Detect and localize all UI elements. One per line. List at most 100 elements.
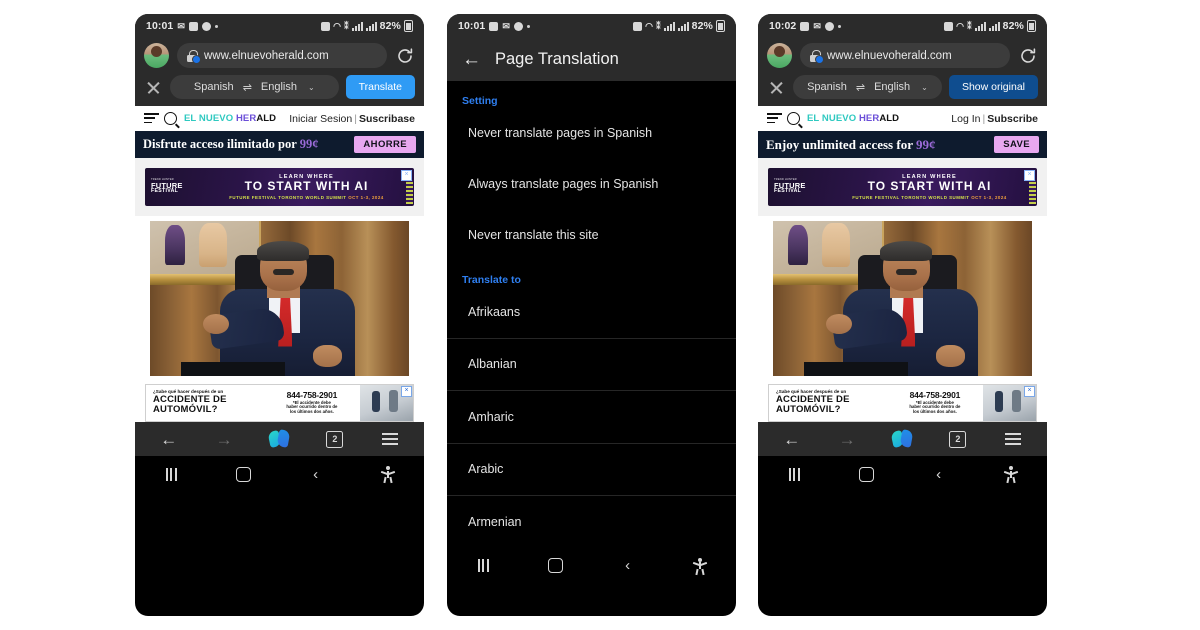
swap-icon[interactable]: ⇌: [856, 81, 865, 94]
avatar[interactable]: [144, 43, 169, 68]
system-back-button[interactable]: ‹: [299, 463, 333, 485]
search-icon[interactable]: [787, 112, 800, 125]
browser-menu-button[interactable]: [374, 426, 406, 452]
android-nav-bar: ‹: [135, 456, 424, 492]
ad-car-accident[interactable]: ¿Sabe qué hacer después de un ACCIDENTE …: [768, 384, 1037, 422]
promo-text-wrap: Disfrute acceso ilimitado por 99¢: [143, 137, 354, 151]
panel-header: ← Page Translation: [447, 38, 736, 81]
browser-menu-button[interactable]: [997, 426, 1029, 452]
reload-icon[interactable]: [395, 46, 415, 66]
recents-icon: [165, 467, 177, 481]
subscribe-link[interactable]: Subscribe: [987, 113, 1038, 125]
copilot-button[interactable]: [886, 426, 918, 452]
language-option-afrikaans[interactable]: Afrikaans: [447, 286, 736, 338]
hamburger-icon[interactable]: [767, 113, 782, 124]
forward-button[interactable]: →: [208, 426, 240, 452]
ad-future-festival[interactable]: TREND HUNTER FUTURE FESTIVAL LEARN WHERE…: [145, 168, 414, 206]
url-text: www.elnuevoherald.com: [827, 49, 952, 62]
setting-always-translate-language[interactable]: Always translate pages in Spanish: [447, 158, 736, 209]
back-button[interactable]: ←: [153, 426, 185, 452]
promo-text: Enjoy unlimited access for: [766, 136, 913, 152]
avatar[interactable]: [767, 43, 792, 68]
language-selector[interactable]: Spanish ⇌ English ⌄: [793, 75, 942, 99]
address-bar[interactable]: www.elnuevoherald.com: [800, 43, 1010, 68]
setting-never-translate-language[interactable]: Never translate pages in Spanish: [447, 107, 736, 158]
battery-icon: [716, 20, 725, 32]
target-language: English: [260, 81, 297, 93]
browser-chrome: www.elnuevoherald.com Spanish ⇌ English …: [135, 38, 424, 106]
home-button[interactable]: [849, 463, 883, 485]
reload-icon[interactable]: [1018, 46, 1038, 66]
ad-phone-block: 844-758-2901 *El accidente debe haber oc…: [887, 390, 983, 415]
ad-line-3: FUTURE FESTIVAL TORONTO WORLD SUMMIT OCT…: [828, 195, 1031, 200]
promo-text-wrap: Enjoy unlimited access for 99¢: [766, 136, 994, 152]
login-link[interactable]: Iniciar Sesion: [289, 113, 352, 125]
subscription-promo-banner[interactable]: Enjoy unlimited access for 99¢ SAVE: [758, 131, 1047, 158]
article-photo[interactable]: [150, 221, 409, 376]
subscribe-link[interactable]: Suscribase: [359, 113, 415, 125]
subscription-promo-banner[interactable]: Disfrute acceso ilimitado por 99¢ AHORRE: [135, 131, 424, 158]
chevron-down-icon[interactable]: ⌄: [308, 83, 315, 92]
recents-button[interactable]: [466, 555, 500, 577]
android-nav-bar: ‹: [447, 547, 736, 584]
ad-decoration: [406, 180, 413, 204]
language-option-armenian[interactable]: Armenian: [447, 495, 736, 548]
battery-icon: [1027, 20, 1036, 32]
tab-switcher-button[interactable]: 2: [319, 426, 351, 452]
header-account-links: Log In | Subscribe: [951, 113, 1038, 125]
ad-brand-line2: FESTIVAL: [774, 188, 802, 195]
article-photo[interactable]: [773, 221, 1032, 376]
tab-switcher-button[interactable]: 2: [942, 426, 974, 452]
show-original-button[interactable]: Show original: [948, 75, 1038, 99]
accessibility-button[interactable]: [683, 555, 717, 577]
site-masthead[interactable]: EL NUEVO HERALD: [807, 113, 899, 124]
close-icon[interactable]: [767, 78, 786, 97]
home-button[interactable]: [538, 555, 572, 577]
home-button[interactable]: [226, 463, 260, 485]
status-bar-right: ◠ ⁑ 82%: [633, 20, 725, 32]
setting-never-translate-site[interactable]: Never translate this site: [447, 209, 736, 260]
translate-button[interactable]: Translate: [345, 75, 415, 99]
hamburger-icon[interactable]: [144, 113, 159, 124]
promo-button[interactable]: SAVE: [994, 136, 1039, 153]
ad-car-accident[interactable]: ¿Sabe qué hacer después de un ACCIDENTE …: [145, 384, 414, 422]
close-icon[interactable]: ×: [401, 386, 412, 397]
chevron-down-icon[interactable]: ⌄: [921, 83, 928, 92]
copilot-button[interactable]: [263, 426, 295, 452]
site-masthead[interactable]: EL NUEVO HERALD: [184, 113, 276, 124]
messaging-icon: ✉: [177, 20, 186, 31]
address-bar[interactable]: www.elnuevoherald.com: [177, 43, 387, 68]
status-time: 10:01: [146, 20, 174, 32]
swap-icon[interactable]: ⇌: [243, 81, 252, 94]
alarm-icon: [633, 21, 643, 31]
search-icon[interactable]: [164, 112, 177, 125]
close-icon[interactable]: ×: [1024, 386, 1035, 397]
close-icon[interactable]: [144, 78, 163, 97]
recents-icon: [788, 467, 800, 481]
promo-button[interactable]: AHORRE: [354, 136, 416, 153]
accessibility-button[interactable]: [994, 463, 1028, 485]
recents-button[interactable]: [777, 463, 811, 485]
login-link[interactable]: Log In: [951, 113, 980, 125]
signal-icon: [663, 21, 675, 31]
close-icon[interactable]: ×: [1024, 170, 1035, 181]
app-badge-icon: [514, 21, 524, 31]
close-icon[interactable]: ×: [401, 170, 412, 181]
dot-icon: [215, 24, 219, 28]
language-selector[interactable]: Spanish ⇌ English ⌄: [170, 75, 339, 99]
ad-future-festival[interactable]: TREND HUNTER FUTURE FESTIVAL LEARN WHERE…: [768, 168, 1037, 206]
back-arrow-icon: ←: [160, 429, 178, 449]
back-button[interactable]: ←: [776, 426, 808, 452]
status-time: 10:02: [769, 20, 797, 32]
language-option-amharic[interactable]: Amharic: [447, 390, 736, 443]
language-option-arabic[interactable]: Arabic: [447, 442, 736, 496]
forward-button[interactable]: →: [831, 426, 863, 452]
ad-line-2: TO START WITH AI: [244, 179, 369, 194]
accessibility-button[interactable]: [371, 463, 405, 485]
system-back-button[interactable]: ‹: [611, 555, 645, 577]
language-option-albanian[interactable]: Albanian: [447, 337, 736, 391]
system-back-button[interactable]: ‹: [922, 463, 956, 485]
recents-button[interactable]: [154, 463, 188, 485]
back-arrow-icon[interactable]: ←: [462, 50, 481, 69]
signal-icon: [365, 21, 377, 31]
